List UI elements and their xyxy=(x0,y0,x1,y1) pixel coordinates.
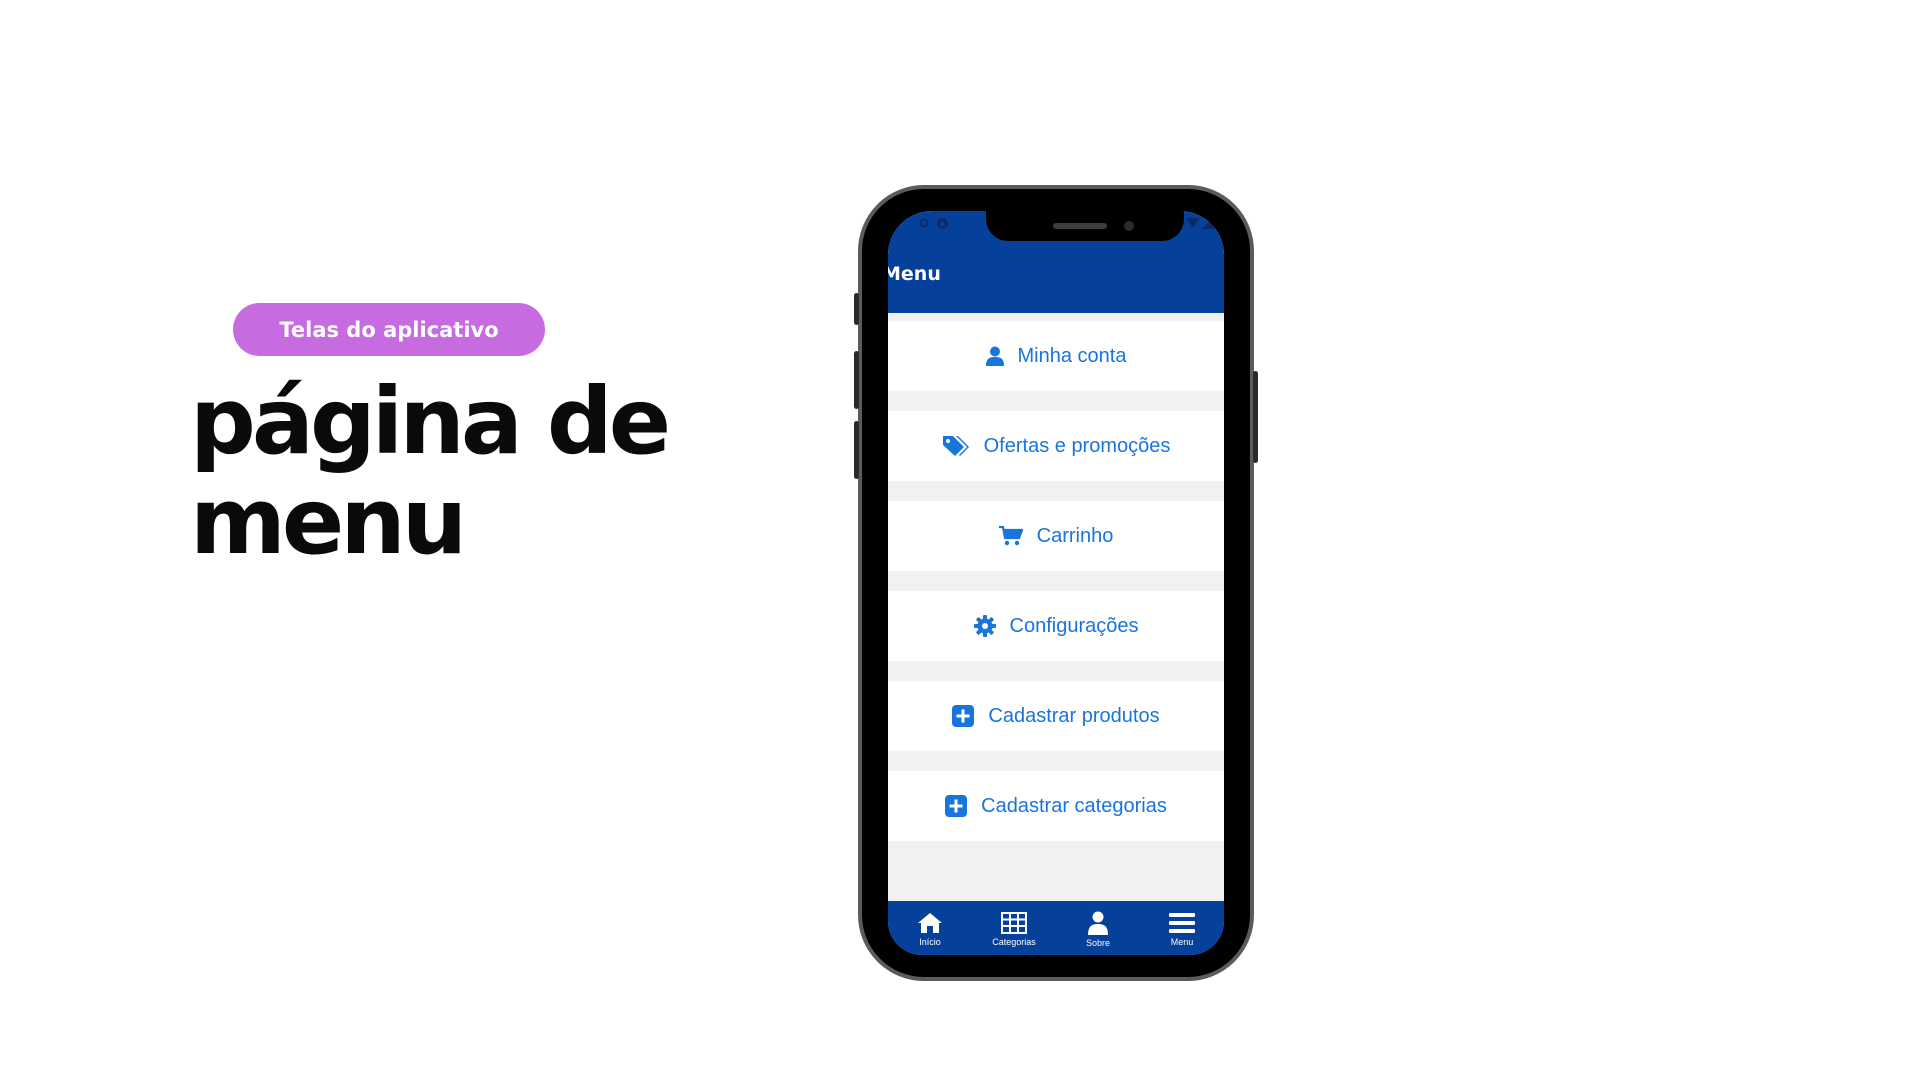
user-icon xyxy=(1088,911,1108,935)
plus-square-icon xyxy=(945,795,968,817)
nav-item-menu[interactable]: Menu xyxy=(1140,901,1224,955)
plus-square-icon xyxy=(952,705,975,727)
nav-item-categorias[interactable]: Categorias xyxy=(972,901,1056,955)
nav-label: Categorias xyxy=(992,936,1036,947)
user-icon xyxy=(985,346,1004,366)
bottom-nav: Início Categorias Sobre Menu xyxy=(888,901,1224,955)
phone-notch xyxy=(986,211,1184,241)
headline-line-1: página de xyxy=(190,368,671,475)
tags-icon xyxy=(942,436,969,456)
speaker-grille xyxy=(1053,223,1107,229)
cart-icon xyxy=(998,526,1023,546)
menu-item-ofertas[interactable]: Ofertas e promoções xyxy=(888,411,1224,481)
phone-mute-switch xyxy=(854,293,859,325)
gear-icon xyxy=(973,615,996,637)
home-icon xyxy=(918,912,942,933)
section-badge: Telas do aplicativo xyxy=(233,303,545,356)
status-wifi-icon xyxy=(1186,218,1200,228)
phone-volume-down-button xyxy=(854,421,859,479)
phone-screen: Menu Minha conta Ofertas e promoções Car… xyxy=(888,211,1224,955)
menu-item-cadastrar-categorias[interactable]: Cadastrar categorias xyxy=(888,771,1224,841)
menu-item-label: Carrinho xyxy=(1036,524,1114,547)
front-camera xyxy=(1124,221,1134,231)
menu-item-cadastrar-produtos[interactable]: Cadastrar produtos xyxy=(888,681,1224,751)
phone-mockup: Menu Minha conta Ofertas e promoções Car… xyxy=(854,185,1258,981)
menu-item-configuracoes[interactable]: Configurações xyxy=(888,591,1224,661)
menu-item-label: Minha conta xyxy=(1017,344,1127,367)
nav-item-inicio[interactable]: Início xyxy=(888,901,972,955)
hamburger-icon xyxy=(1169,912,1195,933)
nav-label: Menu xyxy=(1170,936,1194,947)
menu-item-minha-conta[interactable]: Minha conta xyxy=(888,321,1224,391)
nav-label: Início xyxy=(919,936,941,947)
page-headline: página de menu xyxy=(190,372,710,572)
menu-item-carrinho[interactable]: Carrinho xyxy=(888,501,1224,571)
status-gear-icon xyxy=(919,218,929,228)
status-alert-icon xyxy=(937,218,948,229)
status-signal-icon xyxy=(1202,217,1214,229)
phone-volume-up-button xyxy=(854,351,859,409)
menu-item-label: Cadastrar produtos xyxy=(988,704,1160,727)
headline-line-2: menu xyxy=(190,468,467,575)
app-bar-title: Menu xyxy=(888,263,941,285)
nav-item-sobre[interactable]: Sobre xyxy=(1056,901,1140,955)
menu-list: Minha conta Ofertas e promoções Carrinho xyxy=(888,321,1224,861)
nav-label: Sobre xyxy=(1085,937,1111,948)
menu-item-label: Cadastrar categorias xyxy=(981,794,1167,817)
menu-item-label: Configurações xyxy=(1009,614,1139,637)
menu-item-label: Ofertas e promoções xyxy=(983,434,1171,457)
phone-power-button xyxy=(1253,371,1258,463)
grid-icon xyxy=(1001,911,1027,934)
